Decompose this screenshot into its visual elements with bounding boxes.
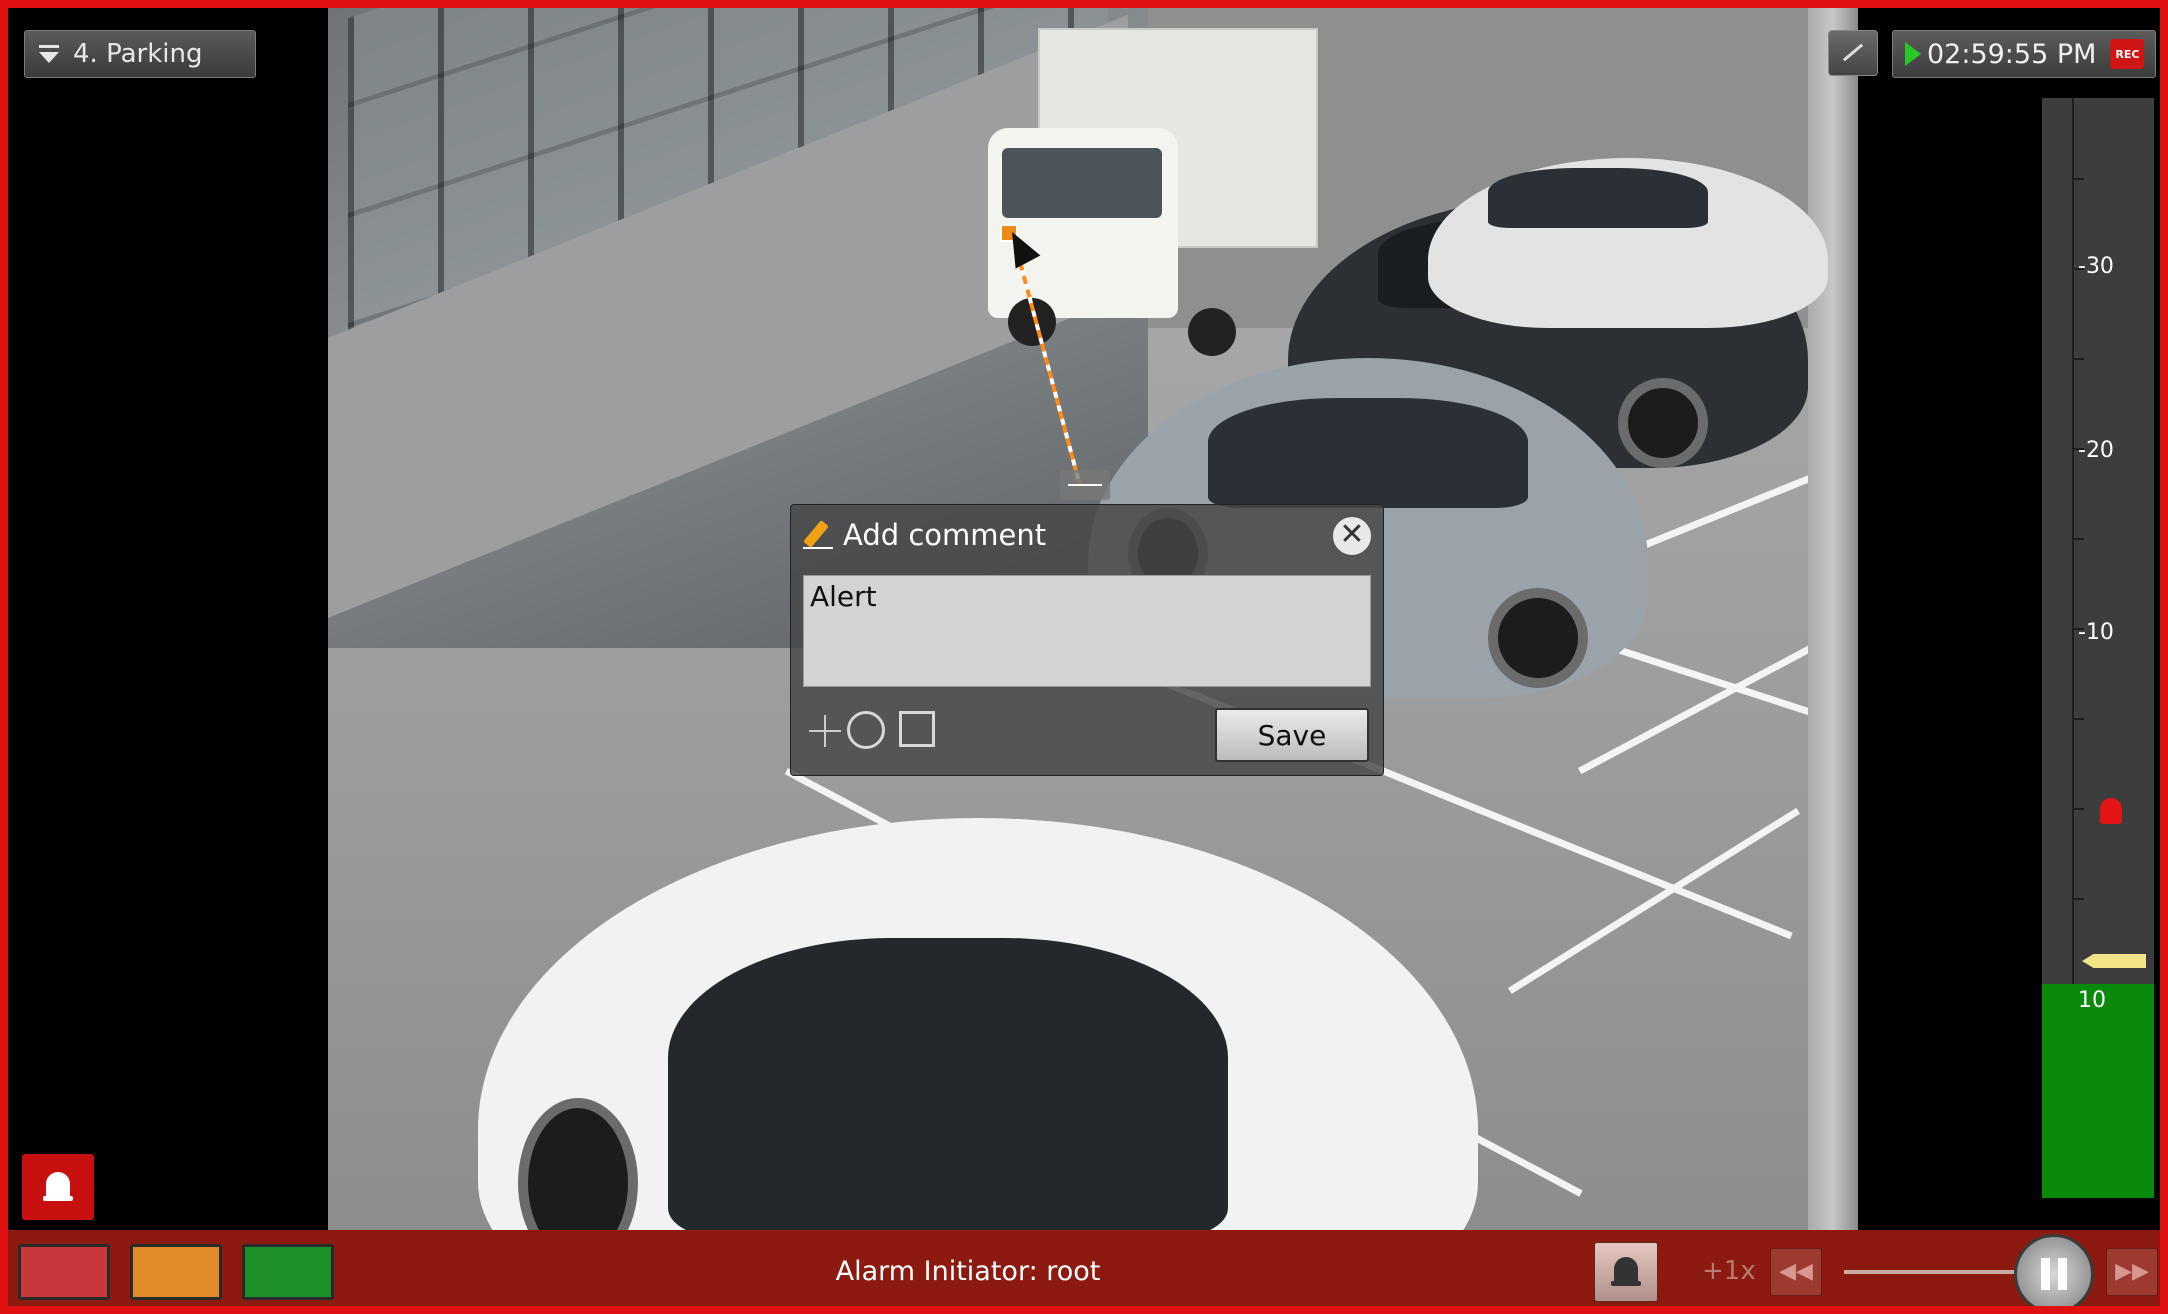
alarm-button[interactable] xyxy=(22,1154,94,1220)
resize-handle-icon[interactable] xyxy=(1060,470,1110,500)
timeline-label: -20 xyxy=(2078,438,2114,463)
rec-badge: REC xyxy=(2110,39,2145,69)
camera-title-label: 4. Parking xyxy=(73,39,203,69)
add-comment-dialog: Add comment ✕ Alert Save xyxy=(790,504,1384,776)
alarm-initiator-text: Alarm Initiator: root xyxy=(835,1256,1101,1287)
comment-input[interactable]: Alert xyxy=(803,575,1371,687)
timeline-position-marker[interactable] xyxy=(2082,954,2146,968)
camera-title-dropdown[interactable]: 4. Parking xyxy=(24,30,256,78)
fast-forward-button[interactable]: ▶▶ xyxy=(2106,1248,2158,1296)
rectangle-tool-icon[interactable] xyxy=(899,711,935,747)
timeline-alarm-marker-icon[interactable] xyxy=(2100,798,2122,824)
alarm-bell-button[interactable] xyxy=(1594,1242,1658,1302)
playback-speed-label: +1x xyxy=(1702,1256,1756,1286)
save-button[interactable]: Save xyxy=(1215,708,1369,762)
dropdown-arrow-icon xyxy=(39,44,59,63)
truck xyxy=(988,28,1318,356)
close-button[interactable]: ✕ xyxy=(1331,515,1373,557)
live-time-indicator: 02:59:55 PM REC xyxy=(1892,30,2156,78)
timeline-recorded-segment xyxy=(2042,984,2154,1198)
circle-tool-icon[interactable] xyxy=(847,711,885,749)
live-play-icon xyxy=(1905,42,1921,66)
bottom-control-bar: Alarm Initiator: root +1x ◀◀ ▶▶ xyxy=(8,1230,2160,1306)
edit-note-icon[interactable] xyxy=(1828,30,1878,76)
rewind-button[interactable]: ◀◀ xyxy=(1770,1248,1822,1296)
camera-window: 4. Parking 02:59:55 PM REC -30 -20 -10 1… xyxy=(0,0,2168,1314)
dialog-title: Add comment xyxy=(843,518,1047,552)
playback-speed-slider[interactable] xyxy=(1844,1270,2024,1274)
pencil-icon xyxy=(803,520,833,550)
alarm-false-swatch-red[interactable] xyxy=(18,1244,110,1300)
bell-icon xyxy=(43,1170,73,1204)
alarm-suspicious-swatch-orange[interactable] xyxy=(130,1244,222,1300)
bell-icon xyxy=(1611,1255,1641,1289)
dialog-header: Add comment xyxy=(791,505,1383,565)
pause-button[interactable] xyxy=(2014,1234,2094,1306)
alarm-confirmed-swatch-green[interactable] xyxy=(242,1244,334,1300)
timeline-label: -30 xyxy=(2078,254,2114,279)
timeline-label: -10 xyxy=(2078,620,2114,645)
timeline-label: 10 xyxy=(2078,988,2106,1013)
time-label: 02:59:55 PM xyxy=(1927,38,2097,70)
car-white-suv xyxy=(1428,158,1828,328)
timeline-scale[interactable]: -30 -20 -10 10 xyxy=(2042,98,2154,1198)
point-tool-icon[interactable] xyxy=(805,711,845,751)
